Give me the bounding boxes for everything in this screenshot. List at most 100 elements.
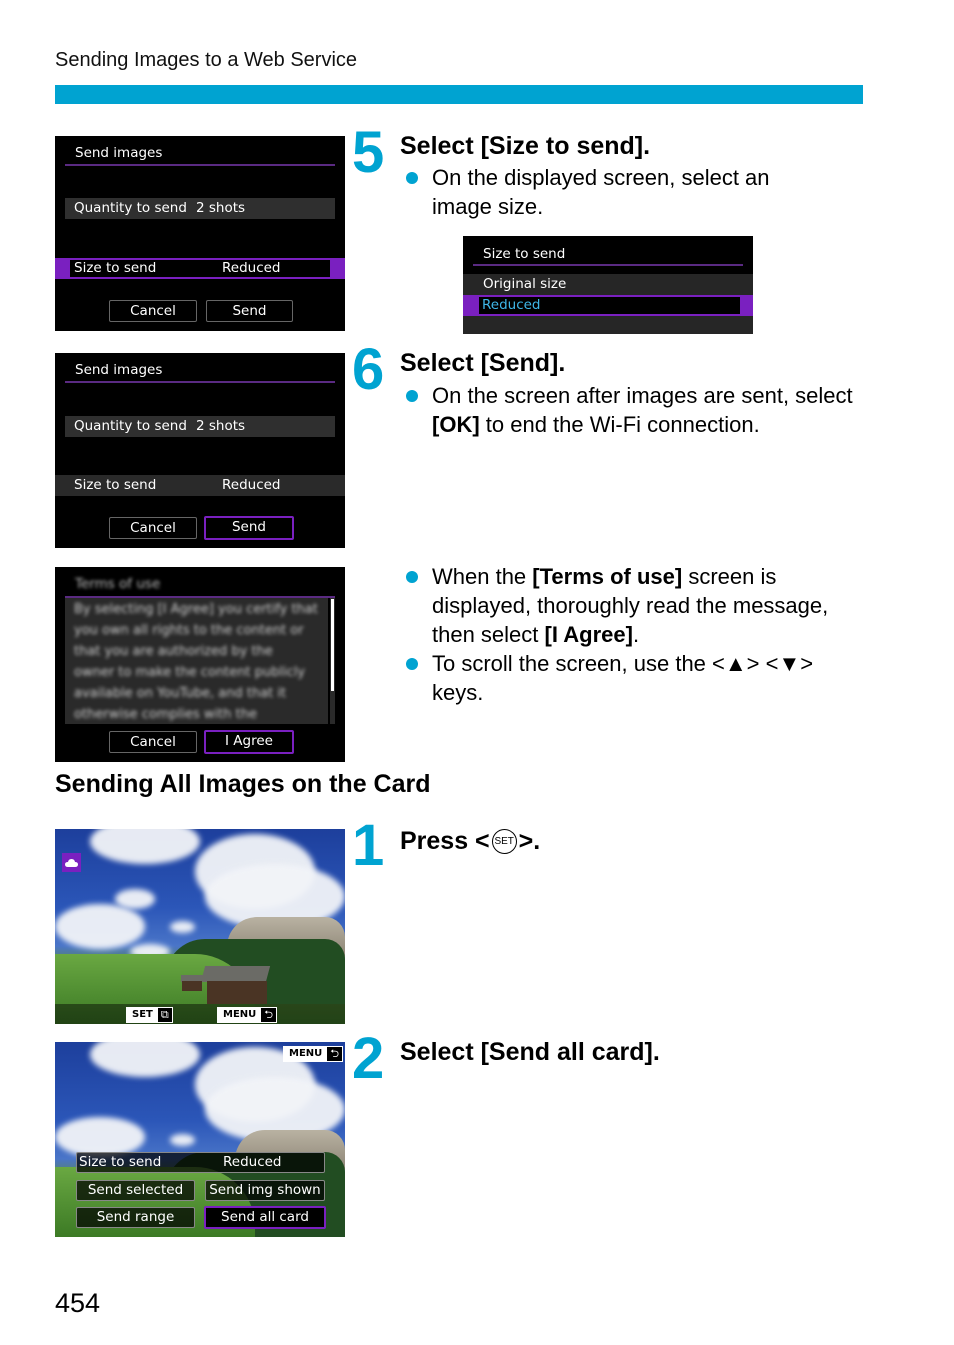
cancel-button[interactable]: Cancel: [109, 300, 197, 322]
menu-key-badge[interactable]: MENU ⮌: [217, 1007, 278, 1023]
step-5-bullet: On the displayed screen, select an image…: [406, 163, 826, 221]
send-images-screen-size-selected: Send images Quantity to send 2 shots Siz…: [55, 136, 345, 331]
option-reduced-selected[interactable]: Reduced: [463, 295, 753, 316]
step-number-1: 1: [352, 813, 385, 878]
hut-shape: [182, 981, 202, 991]
quantity-label: Quantity to send: [74, 418, 187, 434]
cloud-shape: [115, 889, 155, 909]
step-number-2: 2: [352, 1026, 385, 1091]
size-value: Reduced: [222, 260, 281, 276]
title-divider: [473, 264, 743, 266]
terms-title: Terms of use: [75, 576, 161, 592]
set-button-icon: SET: [491, 829, 517, 854]
send-img-shown-button[interactable]: Send img shown: [205, 1180, 325, 1201]
running-head: Sending Images to a Web Service: [55, 49, 358, 71]
menu-key-badge[interactable]: MENU ⮌: [283, 1046, 344, 1062]
menu-key-label: MENU: [218, 1008, 262, 1022]
hut-roof: [200, 966, 271, 982]
size-value: Reduced: [222, 477, 281, 493]
bullet-icon: [406, 658, 418, 670]
send-all-card-button-selected[interactable]: Send all card: [204, 1206, 326, 1229]
header-bar: [55, 85, 863, 104]
cloud-shape: [90, 829, 200, 864]
terms-line: owner to make the content publicly: [74, 665, 306, 680]
terms-of-use-reference: [Terms of use]: [532, 564, 683, 589]
playback-bottom-bar: [55, 1004, 345, 1024]
size-to-send-row[interactable]: Size to send Reduced: [55, 475, 345, 496]
note-text: .: [632, 622, 640, 647]
terms-line: that you are authorized by the: [74, 644, 273, 659]
screen-title: Size to send: [483, 246, 566, 262]
step-2-title: Select [Send all card].: [400, 1038, 660, 1066]
step-6-title: Select [Send].: [400, 349, 566, 377]
cancel-button[interactable]: Cancel: [109, 731, 197, 753]
terms-line: By selecting [I Agree] you certify that: [74, 602, 318, 617]
size-to-send-field[interactable]: Size to send Reduced: [76, 1152, 325, 1173]
scrollbar-thumb[interactable]: [331, 599, 334, 691]
send-selected-button[interactable]: Send selected: [76, 1180, 195, 1201]
ok-reference: [OK]: [432, 412, 480, 437]
cloud-icon: [65, 859, 78, 867]
title-text: Press <: [400, 827, 490, 855]
step-1-title: Press < SET >.: [400, 827, 540, 856]
title-divider: [65, 164, 335, 166]
quantity-row[interactable]: Quantity to send 2 shots: [65, 198, 335, 219]
set-key-label: SET: [127, 1008, 158, 1022]
option-label: Original size: [483, 276, 567, 292]
return-icon: ⮌: [330, 1047, 340, 1060]
terms-line: available on YouTube, and that it: [74, 686, 287, 701]
terms-note-2: To scroll the screen, use the <▲> <▼> ke…: [406, 649, 876, 707]
bullet-text-post: to end the Wi-Fi connection.: [479, 412, 760, 437]
return-icon: ⮌: [264, 1008, 274, 1021]
option-label: Reduced: [482, 297, 541, 313]
terms-note-1: When the [Terms of use] screen is displa…: [406, 562, 876, 649]
send-options-screen: MENU ⮌ Size to send Reduced Send selecte…: [55, 1042, 345, 1237]
cancel-button[interactable]: Cancel: [109, 517, 197, 539]
cloud-shape: [55, 1117, 145, 1157]
size-label: Size to send: [74, 477, 157, 493]
quantity-row[interactable]: Quantity to send 2 shots: [65, 416, 335, 437]
step-6-bullet: On the screen after images are sent, sel…: [406, 381, 876, 439]
send-images-screen-send-selected: Send images Quantity to send 2 shots Siz…: [55, 353, 345, 548]
terms-body: By selecting [I Agree] you certify that …: [65, 598, 328, 724]
note-text: To scroll the screen, use the <▲> <▼> ke…: [432, 651, 814, 705]
send-range-button[interactable]: Send range: [76, 1207, 195, 1228]
cloud-shape: [90, 1042, 200, 1077]
size-label: Size to send: [74, 260, 157, 276]
bullet-text: On the displayed screen, select an image…: [432, 165, 770, 219]
bullet-icon: [406, 571, 418, 583]
screen-title: Send images: [75, 362, 163, 378]
size-to-send-row[interactable]: Size to send Reduced: [55, 258, 345, 279]
send-button-selected[interactable]: Send: [204, 516, 294, 540]
screen-title: Send images: [75, 145, 163, 161]
menu-key-label: MENU: [284, 1047, 328, 1061]
size-label: Size to send: [79, 1154, 162, 1170]
scrollbar-track[interactable]: [330, 598, 335, 724]
size-to-send-screen: Size to send Original size Reduced: [463, 236, 753, 334]
step-5-title: Select [Size to send].: [400, 132, 651, 160]
page-number: 454: [55, 1288, 101, 1318]
bullet-icon: [406, 390, 418, 402]
quantity-value: 2 shots: [196, 418, 246, 434]
quantity-label: Quantity to send: [74, 200, 187, 216]
step-number-5: 5: [352, 120, 385, 185]
i-agree-reference: [I Agree]: [544, 622, 633, 647]
terms-line: otherwise complies with the: [74, 707, 257, 722]
playback-screen: SET ⧉ MENU ⮌: [55, 829, 345, 1024]
title-text: >.: [518, 827, 541, 855]
bullet-icon: [406, 172, 418, 184]
terms-line: you own all rights to the content or: [74, 623, 304, 638]
set-key-badge[interactable]: SET ⧉: [126, 1007, 173, 1023]
quantity-value: 2 shots: [196, 200, 246, 216]
title-divider: [65, 381, 335, 383]
cloud-shape: [170, 1134, 195, 1146]
terms-of-use-screen: Terms of use By selecting [I Agree] you …: [55, 567, 345, 762]
step-number-6: 6: [352, 337, 385, 402]
send-button[interactable]: Send: [206, 300, 293, 322]
i-agree-button-selected[interactable]: I Agree: [204, 730, 294, 754]
cloud-shape: [55, 904, 145, 949]
hut-shape: [207, 981, 267, 1004]
cloud-shape: [170, 921, 195, 933]
note-text: When the: [432, 564, 533, 589]
bullet-text-pre: On the screen after images are sent, sel…: [432, 383, 853, 408]
